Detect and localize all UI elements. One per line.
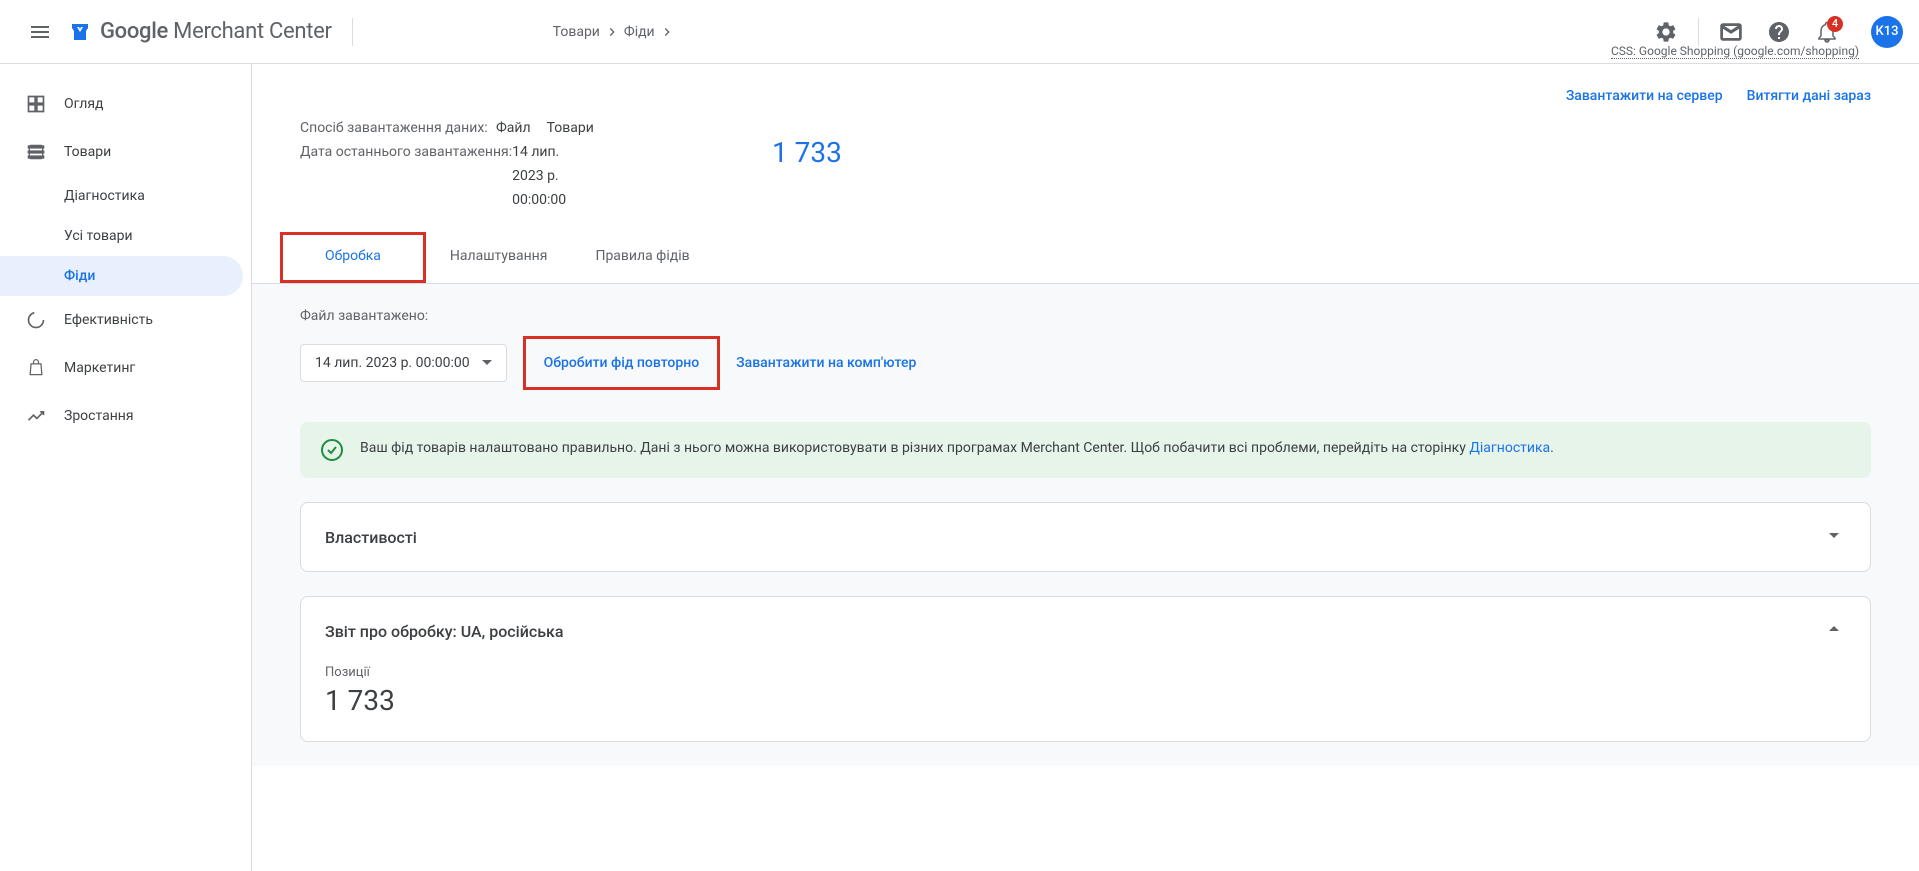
- method-label: Спосіб завантаження даних:: [300, 120, 496, 136]
- check-circle-icon: [320, 438, 344, 462]
- sidebar: Огляд Товари Діагностика Усі товари Фіди…: [0, 64, 252, 871]
- sidebar-item-marketing[interactable]: Маркетинг: [0, 344, 243, 392]
- avatar[interactable]: K13: [1871, 16, 1903, 48]
- accordion-title: Звіт про обробку: UA, російська: [325, 622, 564, 641]
- help-icon: [1767, 20, 1791, 44]
- mail-icon: [1719, 20, 1743, 44]
- tabs: Обробка Налаштування Правила фідів: [252, 232, 1919, 284]
- report-body: Позиції 1 733: [301, 665, 1870, 741]
- last-upload-date: 14 лип.: [512, 144, 566, 160]
- sidebar-item-overview[interactable]: Огляд: [0, 80, 243, 128]
- sidebar-item-products[interactable]: Товари: [0, 128, 243, 176]
- main-content: Завантажити на сервер Витягти дані зараз…: [252, 64, 1919, 871]
- sidebar-item-label: Маркетинг: [64, 360, 135, 376]
- logo[interactable]: Google Merchant Center: [68, 19, 332, 44]
- growth-icon: [24, 404, 48, 428]
- dashboard-icon: [24, 92, 48, 116]
- report-accordion: Звіт про обробку: UA, російська Позиції …: [300, 596, 1871, 742]
- method-value: Файл: [496, 120, 531, 136]
- hamburger-icon: [28, 20, 52, 44]
- chevron-down-icon: [1822, 523, 1846, 551]
- header: Google Merchant Center Товари Фіди 4 K13…: [0, 0, 1919, 64]
- file-uploaded-label: Файл завантажено:: [300, 308, 1871, 324]
- sidebar-item-label: Усі товари: [64, 228, 133, 244]
- dropdown-value: 14 лип. 2023 р. 00:00:00: [315, 355, 470, 371]
- last-upload-time: 00:00:00: [512, 192, 566, 208]
- sidebar-item-label: Ефективність: [64, 312, 153, 328]
- sidebar-item-feeds[interactable]: Фіди: [0, 256, 243, 296]
- top-actions: Завантажити на сервер Витягти дані зараз: [252, 64, 1919, 104]
- success-banner: Ваш фід товарів налаштовано правильно. Д…: [300, 422, 1871, 478]
- accordion-title: Властивості: [325, 528, 417, 547]
- bag-icon: [24, 356, 48, 380]
- tab-processing[interactable]: Обробка: [280, 232, 426, 283]
- positions-value: 1 733: [325, 684, 1846, 717]
- properties-header[interactable]: Властивості: [301, 503, 1870, 571]
- upload-button[interactable]: Завантажити на сервер: [1566, 88, 1723, 104]
- fetch-now-button[interactable]: Витягти дані зараз: [1747, 88, 1871, 104]
- info-section: Спосіб завантаження даних: Файл Товари Д…: [252, 104, 1919, 208]
- floating-count: 1 733: [772, 136, 842, 169]
- notification-badge: 4: [1827, 16, 1843, 32]
- positions-label: Позиції: [325, 665, 1846, 680]
- gear-icon: [1654, 20, 1678, 44]
- menu-button[interactable]: [16, 8, 64, 56]
- list-icon: [24, 140, 48, 164]
- last-upload-year: 2023 р.: [512, 168, 566, 184]
- upload-date-dropdown[interactable]: 14 лип. 2023 р. 00:00:00: [300, 344, 507, 382]
- properties-accordion: Властивості: [300, 502, 1871, 572]
- logo-text: Google Merchant Center: [100, 19, 332, 44]
- processing-panel: Файл завантажено: 14 лип. 2023 р. 00:00:…: [252, 284, 1919, 766]
- caret-down-icon: [482, 358, 492, 368]
- sidebar-item-label: Огляд: [64, 96, 103, 112]
- method-value2: Товари: [547, 120, 594, 136]
- banner-text: Ваш фід товарів налаштовано правильно. Д…: [360, 438, 1554, 458]
- sidebar-item-diagnostics[interactable]: Діагностика: [0, 176, 243, 216]
- sidebar-item-growth[interactable]: Зростання: [0, 392, 243, 440]
- sidebar-item-label: Фіди: [64, 268, 95, 284]
- chevron-right-icon: [604, 24, 620, 40]
- chevron-up-icon: [1822, 617, 1846, 645]
- tab-settings[interactable]: Налаштування: [426, 232, 572, 283]
- diagnostics-link[interactable]: Діагностика: [1469, 440, 1550, 456]
- sidebar-item-performance[interactable]: Ефективність: [0, 296, 243, 344]
- performance-icon: [24, 308, 48, 332]
- breadcrumb[interactable]: Товари Фіди: [553, 24, 679, 40]
- tab-rules[interactable]: Правила фідів: [571, 232, 713, 283]
- download-button[interactable]: Завантажити на комп'ютер: [736, 355, 916, 371]
- separator: [1698, 18, 1699, 46]
- css-note[interactable]: CSS: Google Shopping (google.com/shoppin…: [1611, 44, 1859, 59]
- separator: [352, 18, 353, 46]
- sidebar-item-all-products[interactable]: Усі товари: [0, 216, 243, 256]
- last-upload-label: Дата останнього завантаження:: [300, 144, 512, 208]
- merchant-center-icon: [68, 20, 92, 44]
- sidebar-item-label: Зростання: [64, 408, 134, 424]
- chevron-right-icon: [659, 24, 675, 40]
- sidebar-item-label: Товари: [64, 144, 111, 160]
- reprocess-button[interactable]: Обробити фід повторно: [523, 336, 721, 390]
- report-header[interactable]: Звіт про обробку: UA, російська: [301, 597, 1870, 665]
- sidebar-item-label: Діагностика: [64, 188, 145, 204]
